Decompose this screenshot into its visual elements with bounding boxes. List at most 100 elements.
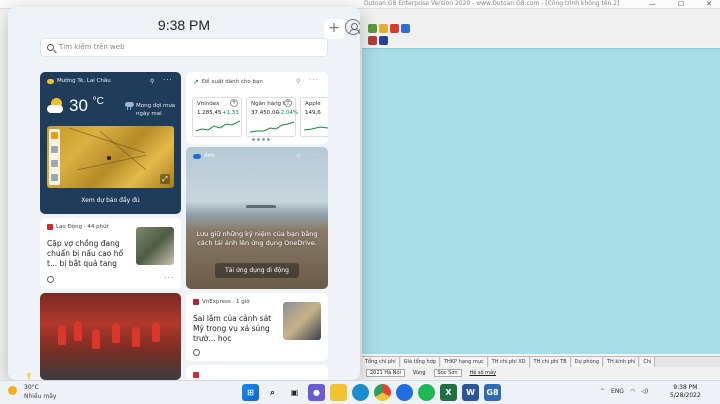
region-select[interactable]: 2021 Hà Nội bbox=[366, 369, 405, 377]
toolbar-icon[interactable] bbox=[379, 24, 388, 33]
news-card[interactable]: Lao Động · 44 phút Cặp vợ chồng đang chu… bbox=[40, 218, 181, 289]
toolbar-icon[interactable] bbox=[368, 24, 377, 33]
volume-icon[interactable]: ◁) bbox=[641, 388, 648, 395]
sheet-tab[interactable]: TH chi phí XD bbox=[488, 357, 530, 367]
news-image-card[interactable] bbox=[40, 293, 181, 380]
edge-icon[interactable] bbox=[352, 384, 369, 401]
toolbar-icon[interactable] bbox=[390, 24, 399, 33]
stock-tile[interactable]: Vnindex + 1.285,45 +1,33 bbox=[192, 97, 242, 137]
weather-card[interactable]: Mường Tè, Lai Châu ⚲ ··· 30 °C Mong đợi … bbox=[40, 72, 181, 214]
close-button[interactable]: ✕ bbox=[706, 0, 712, 8]
language-indicator[interactable]: ENG bbox=[611, 388, 624, 395]
more-options-icon[interactable]: ··· bbox=[163, 76, 173, 84]
more-options-icon[interactable]: ··· bbox=[309, 151, 319, 159]
add-stock-icon[interactable]: + bbox=[230, 99, 238, 107]
photos-message: Lưu giữ những kỷ niệm của bạn bằng cách … bbox=[196, 230, 318, 247]
minimize-button[interactable]: — bbox=[649, 0, 656, 8]
spreadsheet-area[interactable] bbox=[362, 48, 720, 354]
source-logo-icon bbox=[193, 372, 199, 378]
precipitation-layer-icon[interactable] bbox=[51, 146, 58, 153]
toolbar-icon[interactable] bbox=[368, 36, 377, 45]
stock-change: +1,33 bbox=[222, 110, 239, 116]
reaction-icon[interactable] bbox=[193, 349, 200, 356]
island-image bbox=[246, 205, 276, 208]
weather-widget-icon[interactable] bbox=[8, 386, 17, 395]
file-explorer-icon[interactable] bbox=[330, 384, 347, 401]
stocks-card[interactable]: ↗ Đề xuất dành cho bạn ⚲ ··· Vnindex + 1… bbox=[186, 72, 328, 144]
zalo-icon[interactable] bbox=[396, 384, 413, 401]
word-icon[interactable]: W bbox=[462, 384, 479, 401]
pin-icon[interactable]: ⚲ bbox=[296, 78, 300, 85]
carousel-dots[interactable] bbox=[252, 138, 270, 141]
taskbar-temperature[interactable]: 30°C bbox=[24, 384, 39, 391]
taskbar-apps: ⊞ ⌕ ▣ ● X W G8 bbox=[242, 384, 501, 401]
widgets-panel: 9:38 PM + Tìm kiếm trên web Mường Tè, La… bbox=[8, 7, 360, 380]
windows-start-icon[interactable]: ⊞ bbox=[242, 384, 259, 401]
taskbar-condition[interactable]: Nhiều mây bbox=[24, 393, 56, 400]
clock-date: 5/28/2022 bbox=[670, 392, 701, 399]
news-source: Lao Động · 44 phút bbox=[47, 224, 109, 230]
news-headline[interactable]: Cặp vợ chồng đang chuẩn bị nấu cao hổ t.… bbox=[47, 239, 133, 269]
full-forecast-link[interactable]: Xem dự báo đầy đủ bbox=[40, 197, 181, 204]
get-mobile-app-button[interactable]: Tải ứng dụng di động bbox=[215, 263, 299, 278]
stock-sparkline bbox=[196, 120, 240, 132]
stock-sparkline bbox=[304, 126, 328, 131]
news-source-text: VnExpress · 1 giờ bbox=[202, 299, 250, 305]
weather-map[interactable]: ⤢ bbox=[47, 126, 174, 188]
excel-icon[interactable]: X bbox=[440, 384, 457, 401]
sheet-tab[interactable]: Dự phòng bbox=[571, 357, 603, 367]
wifi-icon[interactable]: ◠ bbox=[630, 388, 635, 395]
stock-tile[interactable]: Apple 149,6 bbox=[300, 97, 328, 137]
wind-layer-icon[interactable] bbox=[51, 174, 58, 181]
sheet-tab[interactable]: Chi bbox=[640, 357, 656, 367]
stock-price: 37.450,00 bbox=[251, 110, 279, 116]
news-thumbnail bbox=[283, 302, 321, 340]
stock-name: Vnindex bbox=[197, 101, 220, 107]
machine-coef-label[interactable]: Hệ số máy bbox=[470, 370, 497, 376]
chrome-icon[interactable] bbox=[374, 384, 391, 401]
news-headline[interactable]: Sai lầm của cảnh sát Mỹ trong vụ xả súng… bbox=[193, 314, 279, 344]
news-card-partial[interactable] bbox=[186, 365, 328, 380]
user-avatar-icon[interactable] bbox=[345, 19, 360, 35]
temperature-unit[interactable]: °C bbox=[93, 96, 104, 107]
spotify-icon[interactable] bbox=[418, 384, 435, 401]
sheet-tab[interactable]: Tổng chi phí bbox=[362, 357, 400, 367]
sheet-tab[interactable]: Giá tổng hợp bbox=[400, 357, 440, 367]
pin-icon[interactable]: ⚲ bbox=[296, 153, 300, 160]
photos-card[interactable]: Ảnh ⚲ ··· Lưu giữ những kỷ niệm của bạn … bbox=[186, 147, 328, 289]
source-logo-icon bbox=[47, 224, 53, 230]
show-hidden-icons-icon[interactable]: ⌃ bbox=[600, 388, 605, 395]
news-card[interactable]: VnExpress · 1 giờ Sai lầm của cảnh sát M… bbox=[186, 293, 328, 361]
search-icon[interactable]: ⌕ bbox=[264, 384, 281, 401]
pin-icon[interactable]: ⚲ bbox=[150, 78, 154, 85]
reaction-icon[interactable] bbox=[47, 276, 54, 283]
zone-select[interactable]: Sóc Sơn bbox=[433, 369, 462, 377]
add-stock-icon[interactable]: + bbox=[284, 99, 292, 107]
cloud-layer-icon[interactable] bbox=[51, 160, 58, 167]
weather-location: Mường Tè, Lai Châu bbox=[57, 78, 111, 84]
sheet-tab[interactable]: THKP hạng mục bbox=[440, 357, 488, 367]
toolbar-icon[interactable] bbox=[401, 24, 410, 33]
flag-icon[interactable] bbox=[379, 36, 388, 45]
expand-icon[interactable]: ⤢ bbox=[160, 174, 170, 184]
web-search-box[interactable]: Tìm kiếm trên web bbox=[40, 38, 328, 57]
photos-header: Ảnh bbox=[193, 153, 215, 159]
photos-title: Ảnh bbox=[204, 153, 215, 159]
widgets-time: 9:38 PM bbox=[157, 17, 211, 33]
chat-icon[interactable]: ● bbox=[308, 384, 325, 401]
stock-price: 1.285,45 bbox=[197, 110, 222, 116]
taskbar-clock[interactable]: 9:38 PM 5/28/2022 bbox=[670, 384, 701, 400]
maximize-button[interactable]: ☐ bbox=[678, 0, 684, 8]
sheet-tab[interactable]: TH kinh phí bbox=[604, 357, 640, 367]
window-controls: — ☐ ✕ bbox=[649, 0, 712, 8]
task-view-icon[interactable]: ▣ bbox=[286, 384, 303, 401]
rain-icon bbox=[125, 101, 134, 110]
more-options-icon[interactable]: ··· bbox=[309, 76, 319, 84]
dutoan-app-icon[interactable]: G8 bbox=[484, 384, 501, 401]
sheet-tab[interactable]: TH chi phí TB bbox=[530, 357, 571, 367]
add-widget-button[interactable]: + bbox=[324, 19, 344, 39]
more-options-icon[interactable]: ··· bbox=[164, 274, 174, 282]
temperature-layer-icon[interactable] bbox=[51, 132, 58, 139]
stock-tile[interactable]: Ngân hàng t... + 37.450,00 +2,04% bbox=[246, 97, 298, 137]
app-status-bar: 2021 Hà Nội Vùng Sóc Sơn Hệ số máy bbox=[362, 367, 720, 379]
